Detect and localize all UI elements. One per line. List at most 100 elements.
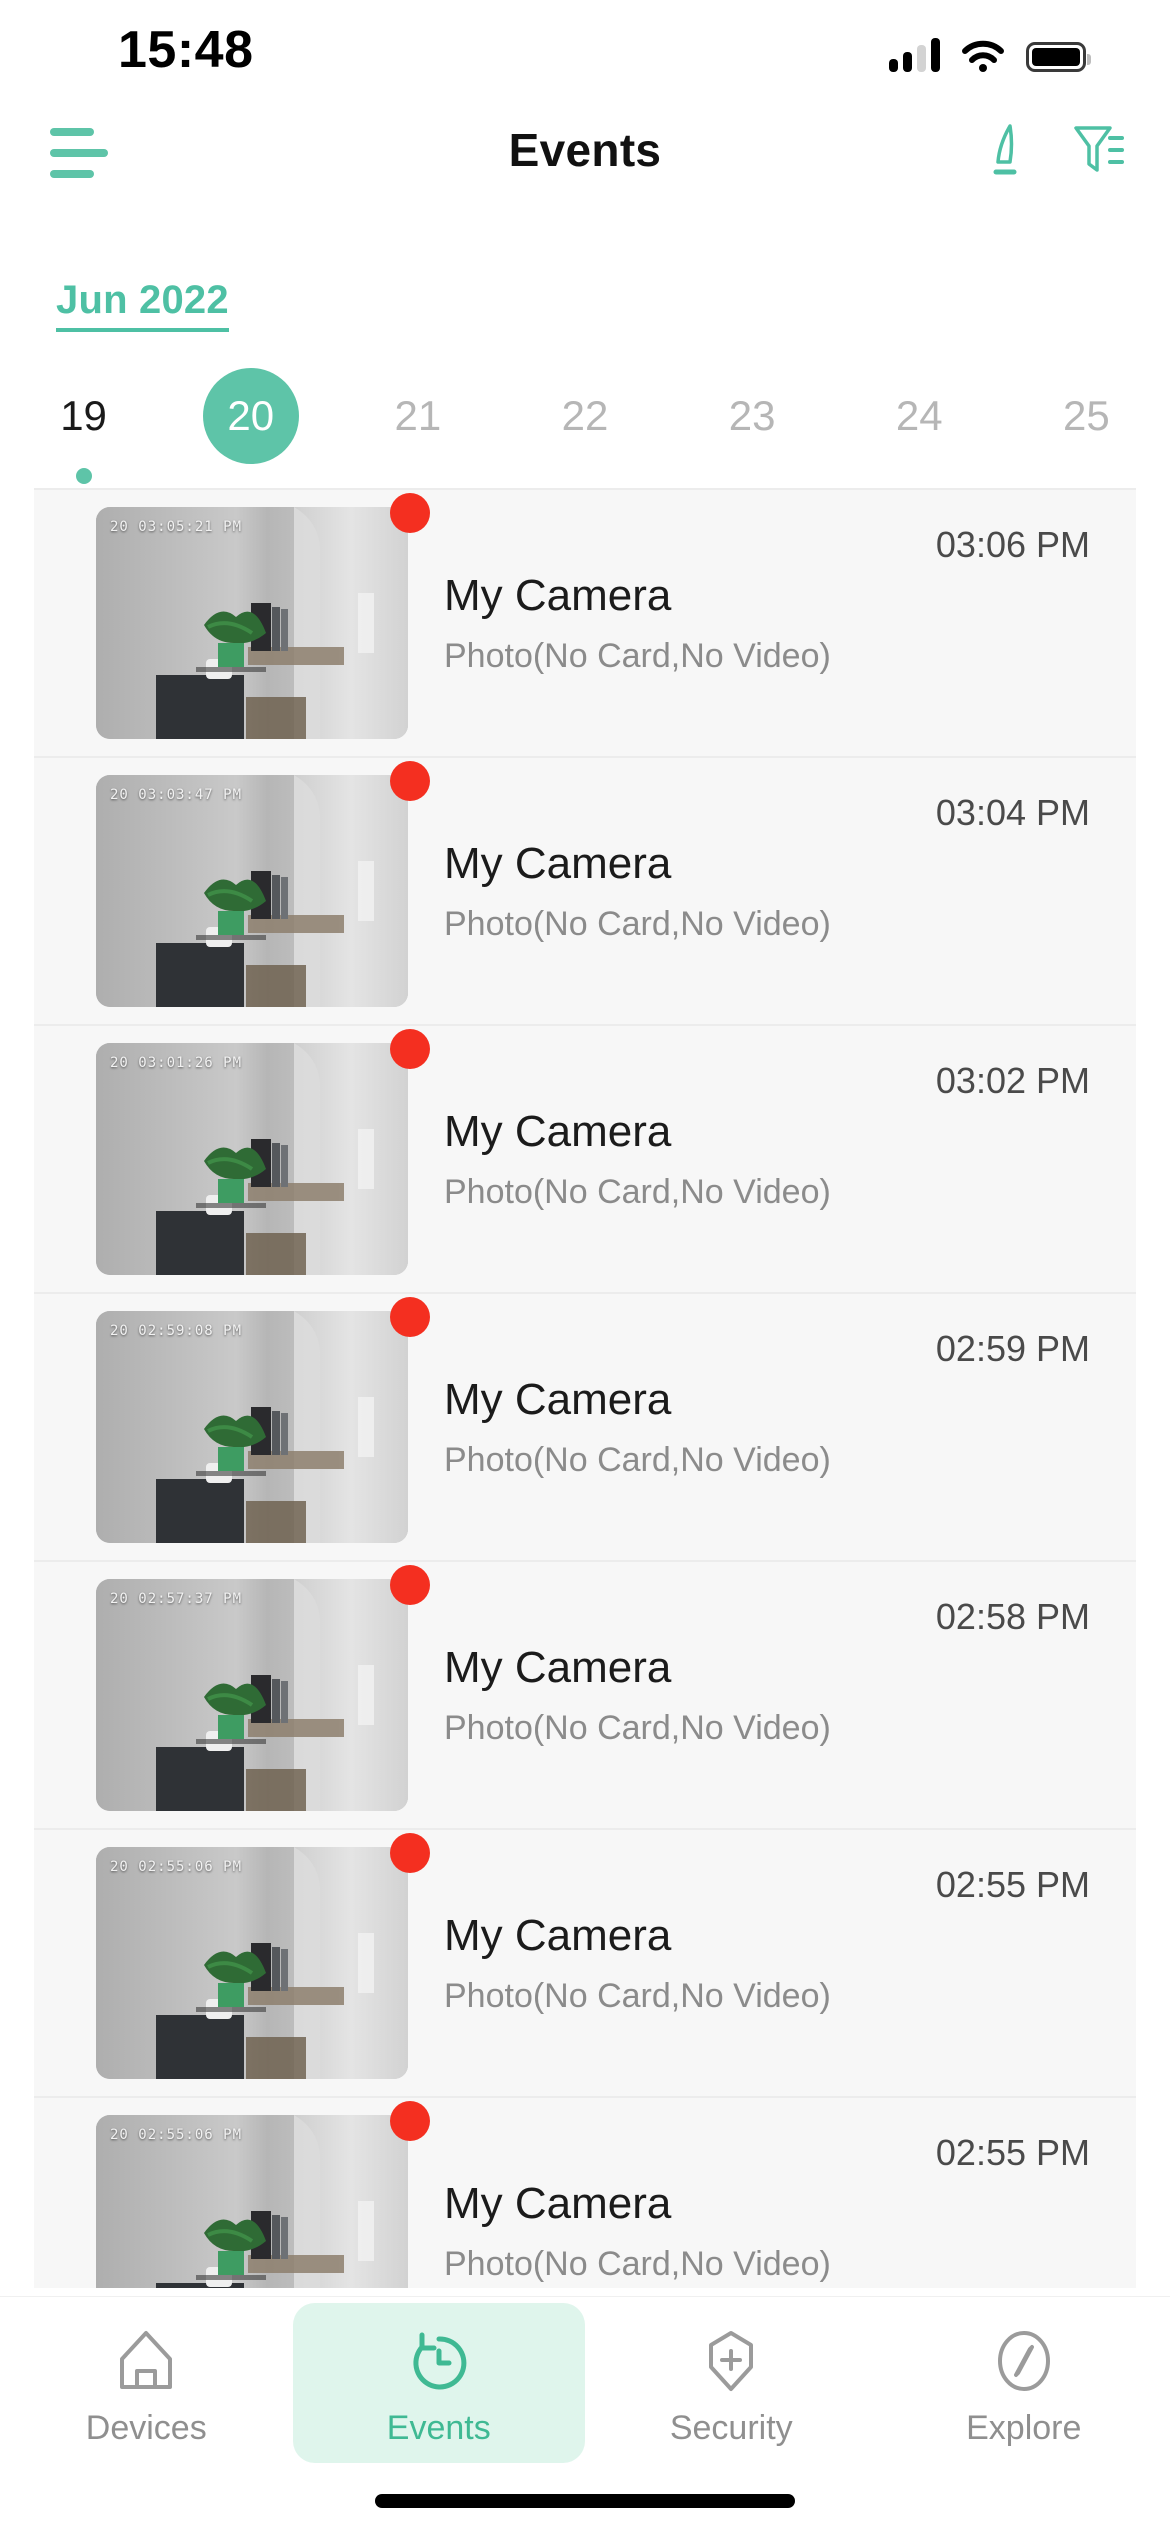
event-row[interactable]: 20 03:05:21 PM My Camera Photo(No Card,No … (34, 488, 1136, 756)
unread-badge (390, 1833, 430, 1873)
day-number: 23 (728, 392, 776, 439)
day-item-25[interactable]: 25 (1003, 368, 1170, 484)
event-thumbnail-wrap[interactable]: 20 02:55:06 PM (96, 1833, 430, 2079)
event-type: Photo(No Card,No Video) (444, 637, 831, 676)
tab-label: Devices (85, 2408, 207, 2447)
bottom-tab-bar: Devices Events Security Explore (0, 2296, 1170, 2532)
home-indicator (375, 2494, 795, 2508)
event-thumbnail[interactable]: 20 02:55:06 PM (96, 2115, 408, 2288)
event-info: My Camera Photo(No Card,No Video) (416, 1104, 1136, 1214)
day-item-23[interactable]: 23 (669, 368, 836, 484)
event-row[interactable]: 20 02:55:06 PM My Camera Photo(No Card,No … (34, 1828, 1136, 2096)
event-thumbnail[interactable]: 20 03:05:21 PM (96, 507, 408, 739)
event-type: Photo(No Card,No Video) (444, 1441, 831, 1480)
tab-security[interactable]: Security (585, 2303, 878, 2463)
thumbnail-timestamp: 20 02:55:06 PM (110, 1859, 243, 1875)
event-thumbnail[interactable]: 20 02:59:08 PM (96, 1311, 408, 1543)
event-type: Photo(No Card,No Video) (444, 1709, 831, 1748)
event-time: 02:55 PM (935, 2132, 1090, 2173)
event-time: 03:06 PM (935, 524, 1090, 565)
event-row[interactable]: 20 03:03:47 PM My Camera Photo(No Card,No … (34, 756, 1136, 1024)
event-thumbnail[interactable]: 20 03:03:47 PM (96, 775, 408, 1007)
day-number: 24 (895, 392, 943, 439)
event-thumbnail[interactable]: 20 02:55:06 PM (96, 1847, 408, 2079)
clock-history-icon (403, 2319, 475, 2403)
tab-explore[interactable]: Explore (878, 2303, 1170, 2463)
event-row[interactable]: 20 02:57:37 PM My Camera Photo(No Card,No … (34, 1560, 1136, 1828)
thumbnail-timestamp: 20 03:05:21 PM (110, 519, 243, 535)
thumbnail-timestamp: 20 02:55:06 PM (110, 2127, 243, 2143)
event-info: My Camera Photo(No Card,No Video) (416, 1908, 1136, 2018)
event-time: 02:58 PM (935, 1596, 1090, 1637)
status-time: 15:48 (118, 21, 254, 79)
event-time: 03:02 PM (935, 1060, 1090, 1101)
compass-icon (988, 2319, 1060, 2403)
event-time: 02:55 PM (935, 1864, 1090, 1905)
month-selector[interactable]: Jun 2022 (56, 278, 229, 332)
event-thumbnail[interactable]: 20 02:57:37 PM (96, 1579, 408, 1811)
event-type: Photo(No Card,No Video) (444, 905, 831, 944)
event-row[interactable]: 20 02:59:08 PM My Camera Photo(No Card,No … (34, 1292, 1136, 1560)
pencil-edit-icon[interactable] (976, 120, 1032, 180)
month-label[interactable]: Jun 2022 (56, 278, 229, 332)
unread-badge (390, 493, 430, 533)
day-number: 22 (561, 392, 609, 439)
day-item-24[interactable]: 24 (836, 368, 1003, 484)
event-info: My Camera Photo(No Card,No Video) (416, 2176, 1136, 2286)
event-thumbnail-wrap[interactable]: 20 03:05:21 PM (96, 493, 430, 739)
tab-label: Explore (966, 2408, 1082, 2447)
day-strip[interactable]: 19 20 21 22 23 24 25 (0, 368, 1170, 484)
thumbnail-timestamp: 20 03:01:26 PM (110, 1055, 243, 1071)
cellular-signal-icon (889, 38, 940, 72)
day-event-dot (75, 468, 92, 484)
day-number: 21 (394, 392, 442, 439)
day-item-20[interactable]: 20 (167, 368, 334, 484)
day-number: 25 (1063, 392, 1110, 439)
status-bar: 15:48 (0, 0, 1170, 100)
day-number: 19 (60, 392, 107, 439)
tab-label: Events (386, 2408, 491, 2447)
unread-badge (390, 1029, 430, 1069)
thumbnail-timestamp: 20 02:57:37 PM (110, 1591, 243, 1607)
event-type: Photo(No Card,No Video) (444, 1173, 831, 1212)
event-row[interactable]: 20 03:01:26 PM My Camera Photo(No Card,No … (34, 1024, 1136, 1292)
day-item-22[interactable]: 22 (501, 368, 668, 484)
event-info: My Camera Photo(No Card,No Video) (416, 568, 1136, 678)
event-type: Photo(No Card,No Video) (444, 1977, 831, 2016)
day-number: 20 (202, 368, 299, 464)
event-thumbnail-wrap[interactable]: 20 03:01:26 PM (96, 1029, 430, 1275)
event-thumbnail-wrap[interactable]: 20 03:03:47 PM (96, 761, 430, 1007)
event-thumbnail-wrap[interactable]: 20 02:55:06 PM (96, 2101, 430, 2288)
event-device-name: My Camera (444, 1107, 672, 1157)
thumbnail-timestamp: 20 03:03:47 PM (110, 787, 243, 803)
event-list[interactable]: 20 03:05:21 PM My Camera Photo(No Card,No … (0, 488, 1170, 2288)
event-type: Photo(No Card,No Video) (444, 2245, 831, 2284)
unread-badge (390, 761, 430, 801)
unread-badge (390, 1297, 430, 1337)
unread-badge (390, 1565, 430, 1605)
tab-events[interactable]: Events (292, 2303, 585, 2463)
event-thumbnail-wrap[interactable]: 20 02:59:08 PM (96, 1297, 430, 1543)
event-time: 03:04 PM (935, 792, 1090, 833)
event-time: 02:59 PM (935, 1328, 1090, 1369)
event-row[interactable]: 20 02:55:06 PM My Camera Photo(No Card,No … (34, 2096, 1136, 2288)
event-device-name: My Camera (444, 2179, 672, 2229)
event-info: My Camera Photo(No Card,No Video) (416, 836, 1136, 946)
thumbnail-timestamp: 20 02:59:08 PM (110, 1323, 243, 1339)
status-indicators (889, 28, 1091, 72)
event-thumbnail[interactable]: 20 03:01:26 PM (96, 1043, 408, 1275)
event-thumbnail-wrap[interactable]: 20 02:57:37 PM (96, 1565, 430, 1811)
day-item-19[interactable]: 19 (0, 368, 167, 484)
event-device-name: My Camera (444, 1375, 672, 1425)
tab-label: Security (669, 2408, 793, 2447)
day-item-21[interactable]: 21 (334, 368, 501, 484)
tab-devices[interactable]: Devices (0, 2303, 293, 2463)
unread-badge (390, 2101, 430, 2141)
event-device-name: My Camera (444, 1911, 672, 1961)
navigation-bar: Events (0, 102, 1170, 198)
home-icon (110, 2319, 182, 2403)
nav-actions (976, 120, 1126, 180)
event-info: My Camera Photo(No Card,No Video) (416, 1372, 1136, 1482)
filter-icon[interactable] (1070, 120, 1126, 180)
event-info: My Camera Photo(No Card,No Video) (416, 1640, 1136, 1750)
